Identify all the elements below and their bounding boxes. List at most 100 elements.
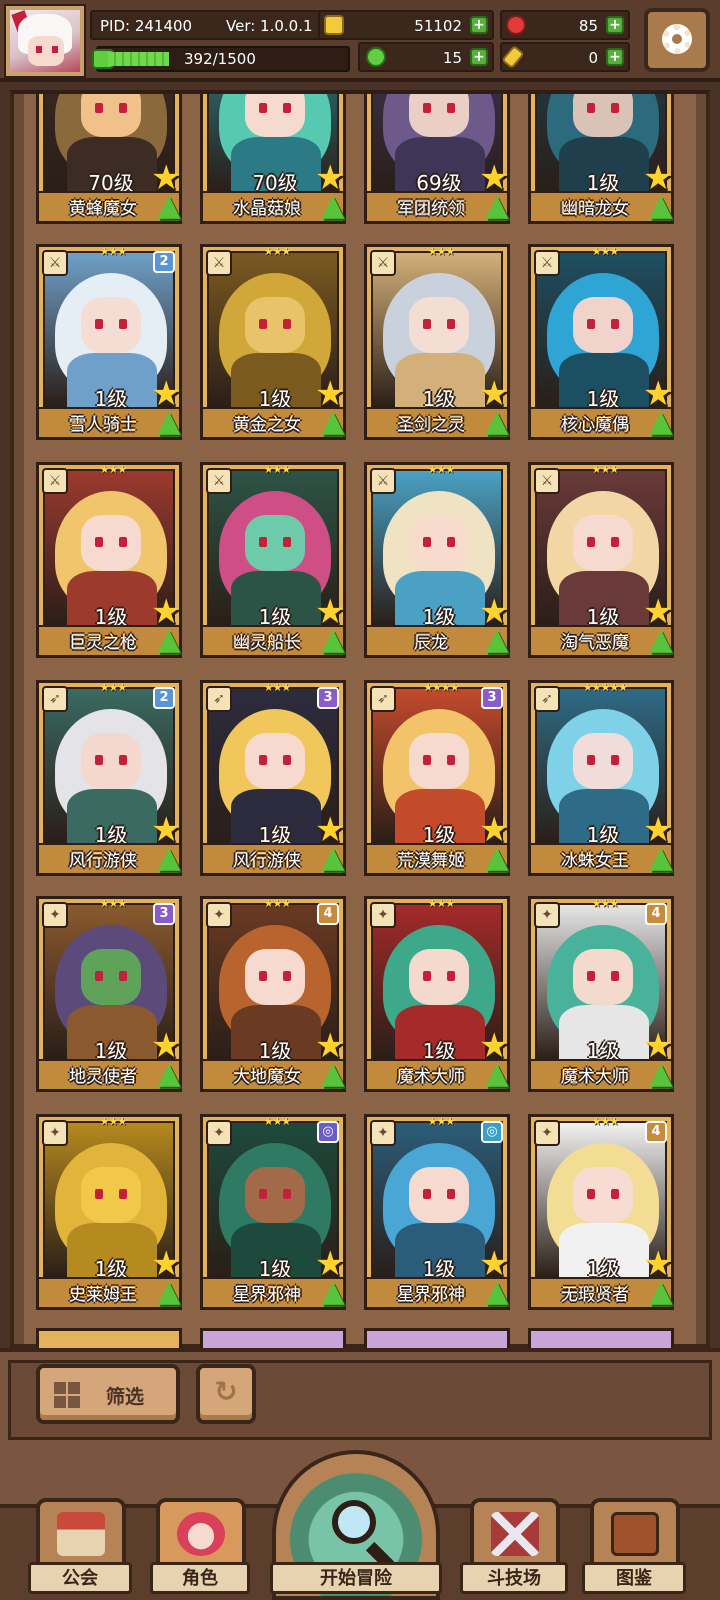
portrait-eye — [259, 755, 267, 765]
upgrade-arrow-icon[interactable]: ▲ — [317, 191, 349, 223]
portrait-eye — [119, 103, 127, 113]
upgrade-arrow-icon[interactable]: ▲ — [153, 625, 185, 657]
character-card[interactable]: 70级 黄蜂魔女 ★ ▲ — [36, 94, 185, 224]
portrait-eye — [259, 103, 267, 113]
character-card[interactable]: 1级 ⚔ ★★★ 辰龙 ★ ▲ — [364, 462, 510, 658]
character-card[interactable]: 1级 幽暗龙女 ★ ▲ — [528, 94, 677, 224]
character-list-panel[interactable]: 70级 黄蜂魔女 ★ ▲ 70级 水晶菇娘 ★ ▲ 69级 军团统领 ★ ▲ 1级 幽暗龙女 ★ ▲ 1级 ⚔ ★★… — [10, 90, 710, 1348]
upgrade-arrow-icon[interactable]: ▲ — [645, 191, 677, 223]
character-card[interactable]: 1级 ✦ ★★★ 4 大地魔女 ★ ▲ — [200, 896, 346, 1092]
character-name: 军团统领 — [397, 199, 465, 219]
character-card[interactable]: 1级 ⚔ ★★★ 淘气恶魔 ★ ▲ — [528, 462, 674, 658]
upgrade-arrow-icon[interactable]: ▲ — [481, 843, 513, 875]
character-card[interactable]: 1级 ➶ ★★★★★ 冰蛛女王 ★ ▲ — [528, 680, 674, 876]
character-card[interactable]: 1级 ✦ ★★★ ◎ 星界邪神 ★ ▲ — [200, 1114, 346, 1310]
character-grid[interactable]: 70级 黄蜂魔女 ★ ▲ 70级 水晶菇娘 ★ ▲ 69级 军团统领 ★ ▲ 1级 幽暗龙女 ★ ▲ 1级 ⚔ ★★… — [24, 94, 696, 1344]
class-icon: ✦ — [206, 902, 232, 928]
character-card[interactable]: 1级 ⚔ ★★★ 黄金之女 ★ ▲ — [200, 244, 346, 440]
portrait-eye — [611, 1189, 619, 1199]
upgrade-arrow-icon[interactable]: ▲ — [317, 625, 349, 657]
add-clover-button[interactable]: + — [470, 48, 488, 66]
upgrade-arrow-icon[interactable]: ▲ — [645, 1059, 677, 1091]
upgrade-arrow-icon[interactable]: ▲ — [481, 1277, 513, 1309]
upgrade-arrow-icon[interactable]: ▲ — [153, 1277, 185, 1309]
filter-button[interactable]: 筛选 — [36, 1364, 180, 1424]
nav-codex-label[interactable]: 图鉴 — [582, 1562, 686, 1594]
character-name: 辰龙 — [414, 633, 448, 653]
key-amount: 0 — [588, 49, 598, 67]
character-card[interactable]: 1级 ✦ ★★★ 4 魔术大师 ★ ▲ — [528, 896, 674, 1092]
character-card[interactable]: 1级 ⚔ ★★★ 巨灵之枪 ★ ▲ — [36, 462, 182, 658]
upgrade-arrow-icon[interactable]: ▲ — [481, 625, 513, 657]
rarity-stars: ★★★ — [99, 681, 128, 694]
portrait-face — [81, 1167, 141, 1223]
character-card-partial[interactable] — [364, 1328, 510, 1348]
add-gold-button[interactable]: + — [470, 16, 488, 34]
rarity-stars: ★★★ — [263, 897, 292, 910]
character-name: 幽灵船长 — [233, 633, 301, 653]
character-card[interactable]: 1级 ⚔ ★★★ 2 雪人骑士 ★ ▲ — [36, 244, 182, 440]
character-card[interactable]: 1级 ✦ ★★★ 4 无瑕贤者 ★ ▲ — [528, 1114, 674, 1310]
character-card[interactable]: 1级 ➶ ★★★★ 3 荒漠舞姬 ★ ▲ — [364, 680, 510, 876]
upgrade-arrow-icon[interactable]: ▲ — [645, 625, 677, 657]
tier-badge: 3 — [317, 687, 339, 709]
class-icon: ➶ — [534, 686, 560, 712]
upgrade-arrow-icon[interactable]: ▲ — [153, 191, 185, 223]
character-card[interactable]: 1级 ➶ ★★★ 3 风行游侠 ★ ▲ — [200, 680, 346, 876]
nav-adventure-label[interactable]: 开始冒险 — [270, 1562, 442, 1594]
character-card-partial[interactable] — [200, 1328, 346, 1348]
upgrade-arrow-icon[interactable]: ▲ — [481, 191, 513, 223]
settings-button[interactable] — [644, 8, 710, 72]
character-card[interactable]: 1级 ✦ ★★★ ◎ 星界邪神 ★ ▲ — [364, 1114, 510, 1310]
upgrade-arrow-icon[interactable]: ▲ — [317, 1277, 349, 1309]
portrait-face — [573, 1167, 633, 1223]
portrait-eye — [119, 1189, 127, 1199]
upgrade-arrow-icon[interactable]: ▲ — [645, 1277, 677, 1309]
portrait-face — [573, 515, 633, 571]
upgrade-arrow-icon[interactable]: ▲ — [153, 407, 185, 439]
add-key-button[interactable]: + — [606, 48, 624, 66]
portrait-eye — [447, 319, 455, 329]
add-gem-button[interactable]: + — [606, 16, 624, 34]
character-card-partial[interactable] — [36, 1328, 182, 1348]
character-name: 幽暗龙女 — [561, 199, 629, 219]
character-card[interactable]: 1级 ✦ ★★★ 3 地灵使者 ★ ▲ — [36, 896, 182, 1092]
character-card[interactable]: 1级 ➶ ★★★ 2 风行游侠 ★ ▲ — [36, 680, 182, 876]
character-card[interactable]: 70级 水晶菇娘 ★ ▲ — [200, 94, 349, 224]
character-card[interactable]: 1级 ⚔ ★★★ 圣剑之灵 ★ ▲ — [364, 244, 510, 440]
character-card[interactable]: 1级 ✦ ★★★ 魔术大师 ★ ▲ — [364, 896, 510, 1092]
character-card[interactable]: 69级 军团统领 ★ ▲ — [364, 94, 513, 224]
upgrade-arrow-icon[interactable]: ▲ — [645, 407, 677, 439]
portrait-eye — [119, 971, 127, 981]
character-card-partial[interactable] — [528, 1328, 674, 1348]
player-avatar[interactable] — [4, 4, 86, 78]
upgrade-arrow-icon[interactable]: ▲ — [317, 407, 349, 439]
upgrade-arrow-icon[interactable]: ▲ — [645, 843, 677, 875]
portrait-eye — [119, 755, 127, 765]
portrait-eye — [119, 319, 127, 329]
upgrade-arrow-icon[interactable]: ▲ — [481, 407, 513, 439]
character-card[interactable]: 1级 ⚔ ★★★ 核心魔偶 ★ ▲ — [528, 244, 674, 440]
portrait-face — [245, 94, 305, 137]
gear-icon — [662, 24, 692, 54]
portrait-face — [81, 733, 141, 789]
gold-amount: 51102 — [414, 17, 462, 35]
class-icon: ➶ — [370, 686, 396, 712]
nav-guild-label[interactable]: 公会 — [28, 1562, 132, 1594]
portrait-face — [409, 515, 469, 571]
upgrade-arrow-icon[interactable]: ▲ — [317, 1059, 349, 1091]
character-card[interactable]: 1级 ⚔ ★★★ 幽灵船长 ★ ▲ — [200, 462, 346, 658]
portrait-face — [245, 297, 305, 353]
upgrade-arrow-icon[interactable]: ▲ — [153, 1059, 185, 1091]
refresh-button[interactable]: ↻ — [196, 1364, 256, 1424]
character-card[interactable]: 1级 ✦ ★★★ 史莱姆王 ★ ▲ — [36, 1114, 182, 1310]
character-name: 雪人骑士 — [69, 415, 137, 435]
portrait-face — [409, 949, 469, 1005]
upgrade-arrow-icon[interactable]: ▲ — [153, 843, 185, 875]
nav-role-label[interactable]: 角色 — [150, 1562, 250, 1594]
upgrade-arrow-icon[interactable]: ▲ — [481, 1059, 513, 1091]
nav-arena-label[interactable]: 斗技场 — [460, 1562, 568, 1594]
portrait-eye — [423, 971, 431, 981]
upgrade-arrow-icon[interactable]: ▲ — [317, 843, 349, 875]
gem-icon — [506, 15, 526, 35]
